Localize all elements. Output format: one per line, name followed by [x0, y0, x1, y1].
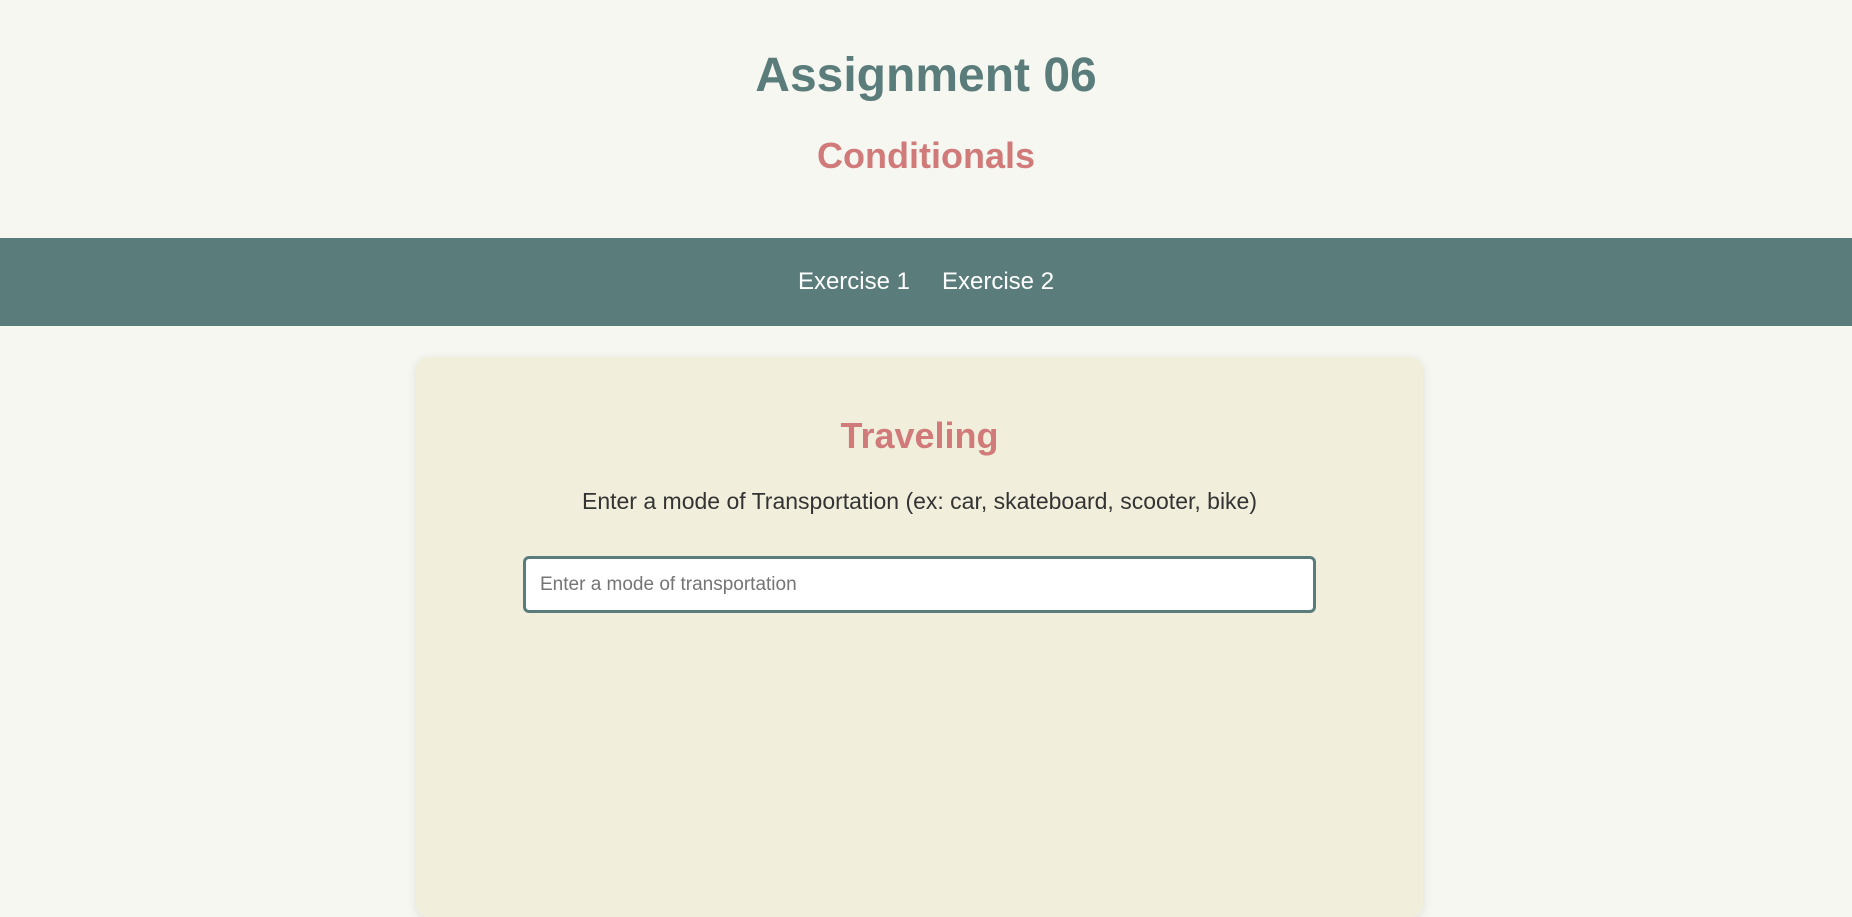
page-subtitle: Conditionals [817, 135, 1035, 176]
nav-link-exercise-1[interactable]: Exercise 1 [798, 268, 910, 296]
card-instruction: Enter a mode of Transportation (ex: car,… [581, 488, 1258, 514]
exercise-card: Traveling Enter a mode of Transportation… [416, 357, 1423, 917]
page-title: Assignment 06 [755, 49, 1097, 102]
card-title: Traveling [840, 415, 999, 456]
nav-link-exercise-2[interactable]: Exercise 2 [942, 268, 1054, 296]
transportation-input[interactable] [523, 556, 1316, 613]
nav-bar: Exercise 1 Exercise 2 [0, 238, 1852, 326]
